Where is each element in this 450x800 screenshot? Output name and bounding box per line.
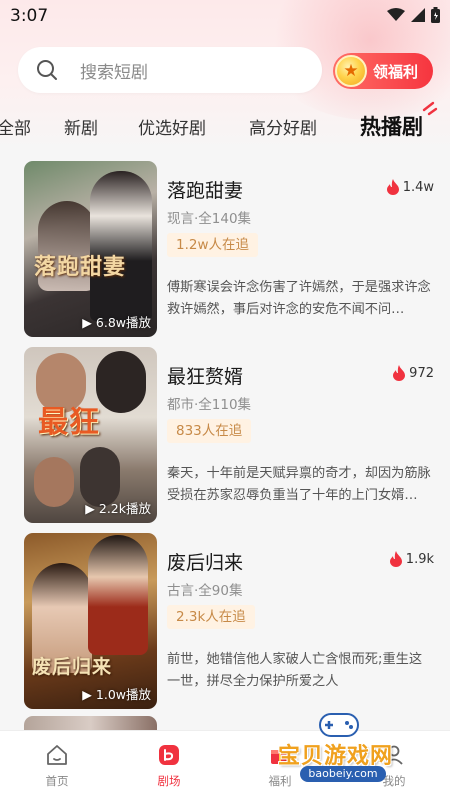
tab-high-score[interactable]: 高分好剧 [249, 114, 317, 139]
drama-cover[interactable]: 落跑甜妻 ▶ 6.8w播放 [24, 161, 157, 337]
hot-count: 972 [392, 365, 434, 381]
welfare-label: 领福利 [373, 62, 419, 81]
nav-home[interactable]: 首页 [27, 743, 87, 789]
drama-cover[interactable]: 废后归来 ▶ 1.0w播放 [24, 533, 157, 709]
drama-description: 前世，她错信他人家破人亡含恨而死;重生这一世，拼尽全力保护所爱之人 [167, 652, 423, 689]
tab-new[interactable]: 新剧 [64, 114, 98, 139]
tab-spark-icon [422, 101, 438, 116]
play-count: ▶ 6.8w播放 [82, 315, 151, 330]
signal-icon [411, 8, 425, 22]
status-time: 3:07 [10, 6, 49, 26]
nav-theater[interactable]: 剧场 [139, 743, 199, 789]
gamepad-icon [319, 713, 359, 737]
status-bar: 3:07 [0, 0, 450, 32]
battery-icon [431, 7, 440, 23]
flame-icon [389, 551, 402, 567]
search-input[interactable]: 搜索短剧 [18, 47, 322, 93]
follow-badge: 833人在追 [167, 419, 252, 443]
list-item[interactable]: 落跑甜妻 ▶ 6.8w播放 落跑甜妻 1.4w 现言·全140集 1.2w人在追… [24, 161, 434, 337]
category-tabs: 全部 新剧 优选好剧 高分好剧 热播剧 [0, 110, 450, 146]
tab-selected[interactable]: 优选好剧 [138, 114, 206, 139]
search-icon [37, 60, 57, 80]
drama-meta: 都市·全110集 [167, 397, 252, 413]
drama-title: 落跑甜妻 [167, 180, 244, 202]
flame-icon [386, 179, 399, 195]
welfare-button[interactable]: ★ 领福利 [333, 53, 433, 89]
drama-description: 秦天，十年前是天赋异禀的奇才，却因为筋脉受损在苏家忍辱负重当了十年的上门女婿… [167, 466, 431, 503]
flame-icon [393, 365, 406, 381]
drama-cover[interactable]: 最狂 ▶ 2.2k播放 [24, 347, 157, 523]
play-count: ▶ 2.2k播放 [85, 501, 151, 516]
drama-title: 最狂赘婿 [167, 366, 244, 388]
watermark: 宝贝游戏网 baobeiy.com [248, 700, 428, 795]
search-placeholder: 搜索短剧 [80, 62, 148, 83]
drama-title: 废后归来 [167, 552, 244, 574]
drama-description: 傅斯寒误会许念伤害了许嫣然，于是强求许念救许嫣然，事后对许念的安危不闻不问… [167, 280, 431, 317]
cover-title-art: 最狂 [38, 405, 100, 440]
list-item[interactable]: 最狂 ▶ 2.2k播放 最狂赘婿 972 都市·全110集 833人在追 秦天，… [24, 347, 434, 523]
drama-meta: 古言·全90集 [167, 583, 243, 599]
hot-count: 1.4w [386, 179, 434, 195]
cover-title-art: 废后归来 [32, 656, 113, 678]
theater-icon [159, 745, 179, 765]
home-icon [47, 745, 67, 765]
drama-meta: 现言·全140集 [167, 211, 252, 227]
cover-title-art: 落跑甜妻 [34, 255, 127, 280]
wifi-icon [387, 8, 405, 21]
follow-badge: 2.3k人在追 [167, 605, 255, 629]
follow-badge: 1.2w人在追 [167, 233, 259, 257]
tab-all[interactable]: 全部 [0, 114, 31, 139]
tab-hot[interactable]: 热播剧 [360, 111, 423, 141]
play-count: ▶ 1.0w播放 [82, 687, 151, 702]
coin-icon: ★ [335, 55, 367, 87]
list-item[interactable]: 废后归来 ▶ 1.0w播放 废后归来 1.9k 古言·全90集 2.3k人在追 … [24, 533, 434, 709]
hot-count: 1.9k [389, 551, 434, 567]
